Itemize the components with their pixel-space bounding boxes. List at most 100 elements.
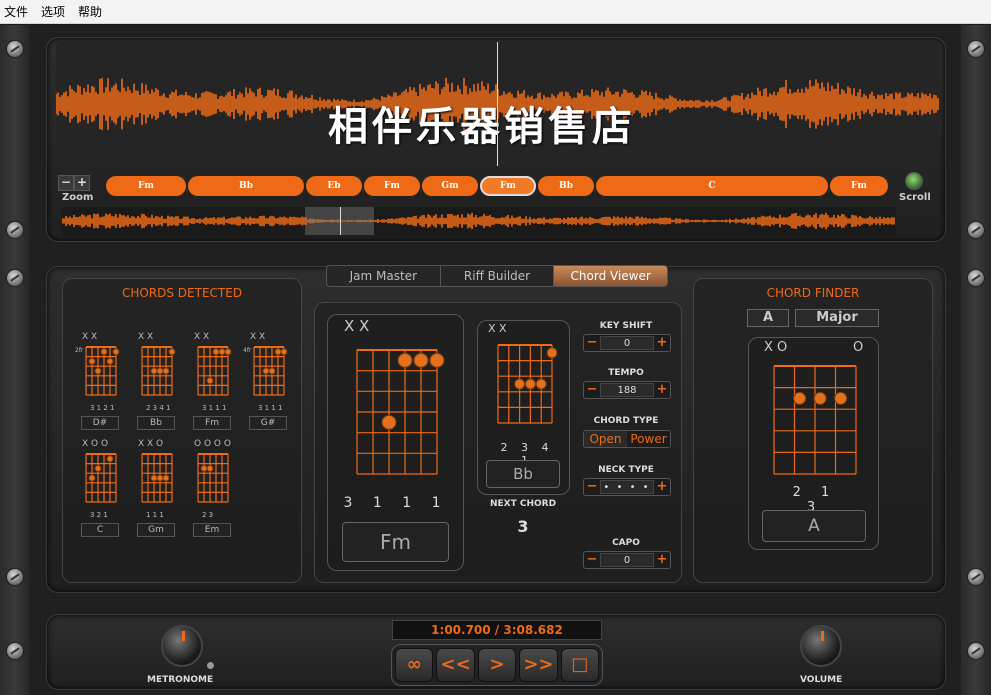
detected-chord-diagram[interactable]: [82, 343, 120, 399]
chord-type-power[interactable]: Power: [627, 431, 670, 447]
chord-finder-name: A: [762, 510, 866, 542]
finger-dot: [88, 474, 96, 482]
finger-dot: [100, 348, 108, 356]
tempo-value[interactable]: 188: [600, 383, 654, 397]
rewind-button[interactable]: <<: [436, 648, 475, 682]
screw-icon: [7, 270, 23, 286]
detected-chord-name[interactable]: Fm: [193, 416, 231, 430]
zoom-in-button[interactable]: +: [74, 175, 90, 191]
capo-value[interactable]: 0: [600, 553, 654, 567]
detected-chord-name[interactable]: D#: [81, 416, 119, 430]
timeline-chord[interactable]: Fm: [364, 176, 420, 196]
waveform-display[interactable]: 相伴乐器销售店: [56, 42, 940, 166]
timeline-chord[interactable]: Bb: [188, 176, 304, 196]
timeline-chord[interactable]: Fm: [106, 176, 186, 196]
metronome-label: METRONOME: [147, 675, 214, 685]
finger-dot: [200, 464, 208, 472]
tab-jam-master[interactable]: Jam Master: [327, 266, 441, 286]
detected-chord-diagram[interactable]: [250, 343, 288, 399]
tab-chord-viewer[interactable]: Chord Viewer: [554, 266, 667, 286]
neck-type-stepper: − • • • • +: [583, 478, 671, 496]
timeline-chord[interactable]: C: [596, 176, 828, 196]
next-chord-open-strings: X X: [488, 322, 507, 335]
chord-finder-quality-select[interactable]: Major: [795, 309, 879, 327]
timeline-chord-current[interactable]: Fm: [480, 176, 536, 196]
menu-options[interactable]: 选项: [41, 3, 65, 20]
loop-button[interactable]: ∞: [395, 648, 434, 682]
left-rail: [0, 25, 30, 695]
finger-dot: [262, 367, 270, 375]
detected-chord-name[interactable]: G#: [249, 416, 287, 430]
screw-icon: [968, 41, 984, 57]
detected-chord-diagram[interactable]: [194, 450, 232, 506]
detected-chord-fingering: 3 1 2 1: [90, 404, 115, 412]
volume-knob[interactable]: [800, 625, 842, 667]
detected-chord-fingering: 2 3 4 1: [146, 404, 171, 412]
detected-chord-fingering: 1 1 1: [146, 511, 164, 519]
chord-type-toggle: Open Power: [583, 430, 671, 448]
capo-decrease[interactable]: −: [584, 552, 600, 568]
play-button[interactable]: >: [477, 648, 517, 682]
next-chord-label: NEXT CHORD: [489, 499, 557, 509]
capo-increase[interactable]: +: [654, 552, 670, 568]
detected-chord-open-strings: X X: [82, 332, 98, 342]
fast-forward-button[interactable]: >>: [519, 648, 558, 682]
stop-button[interactable]: □: [560, 648, 600, 682]
timeline-chord[interactable]: Gm: [422, 176, 478, 196]
neck-type-increase[interactable]: +: [654, 479, 670, 495]
timeline-chord[interactable]: Bb: [538, 176, 594, 196]
chord-finder-title: CHORD FINDER: [766, 286, 860, 300]
finger-dot: [793, 391, 807, 405]
chord-type-open[interactable]: Open: [584, 431, 627, 447]
menu-help[interactable]: 帮助: [78, 3, 102, 20]
tempo-stepper: − 188 +: [583, 381, 671, 399]
detected-chord-diagram[interactable]: [138, 450, 176, 506]
chords-detected-title: CHORDS DETECTED: [121, 286, 243, 300]
metronome-knob[interactable]: [161, 625, 203, 667]
finger-dot: [88, 357, 96, 365]
detected-chord-diagram[interactable]: [194, 343, 232, 399]
menu-file[interactable]: 文件: [4, 3, 28, 20]
finger-dot: [413, 352, 429, 368]
screw-icon: [7, 569, 23, 585]
finger-dot: [156, 474, 164, 482]
finger-dot: [94, 464, 102, 472]
capo-label: CAPO: [612, 538, 640, 548]
zoom-out-button[interactable]: −: [58, 175, 74, 191]
detected-chord-diagram[interactable]: [82, 450, 120, 506]
next-chord-countdown: 3: [517, 517, 529, 536]
timeline-chord[interactable]: Eb: [306, 176, 362, 196]
key-shift-increase[interactable]: +: [654, 335, 670, 351]
chord-finder-root-select[interactable]: A: [747, 309, 789, 327]
detected-chord-diagram[interactable]: [138, 343, 176, 399]
menu-bar: 文件 选项 帮助: [0, 0, 991, 24]
tab-riff-builder[interactable]: Riff Builder: [441, 266, 555, 286]
key-shift-decrease[interactable]: −: [584, 335, 600, 351]
playhead[interactable]: [497, 42, 498, 166]
timeline-chord[interactable]: Fm: [830, 176, 888, 196]
tempo-decrease[interactable]: −: [584, 382, 600, 398]
neck-type-value[interactable]: • • • •: [600, 480, 654, 494]
detected-chord-name[interactable]: Bb: [137, 416, 175, 430]
key-shift-stepper: − 0 +: [583, 334, 671, 352]
detected-chord-name[interactable]: Gm: [137, 523, 175, 537]
finger-dot: [546, 347, 558, 359]
current-chord-name: Fm: [342, 522, 449, 562]
neck-type-decrease[interactable]: −: [584, 479, 600, 495]
finger-dot: [268, 367, 276, 375]
view-tabs: Jam Master Riff Builder Chord Viewer: [326, 265, 668, 287]
tempo-increase[interactable]: +: [654, 382, 670, 398]
detected-chord-name[interactable]: C: [81, 523, 119, 537]
detected-chord-name[interactable]: Em: [193, 523, 231, 537]
chord-finder-diagram: [773, 365, 857, 475]
volume-label: VOLUME: [800, 675, 843, 685]
finger-dot: [156, 367, 164, 375]
key-shift-value[interactable]: 0: [600, 336, 654, 350]
next-chord-name: Bb: [486, 460, 560, 488]
metronome-led-icon: [207, 662, 214, 669]
finger-dot: [397, 352, 413, 368]
detected-chord-open-strings: X X: [194, 332, 210, 342]
scroll-toggle-button[interactable]: [905, 172, 923, 190]
app-window: 相伴乐器销售店 − + Zoom Fm Bb Eb Fm Gm Fm Bb C …: [0, 25, 991, 695]
overview-waveform[interactable]: [62, 207, 896, 235]
